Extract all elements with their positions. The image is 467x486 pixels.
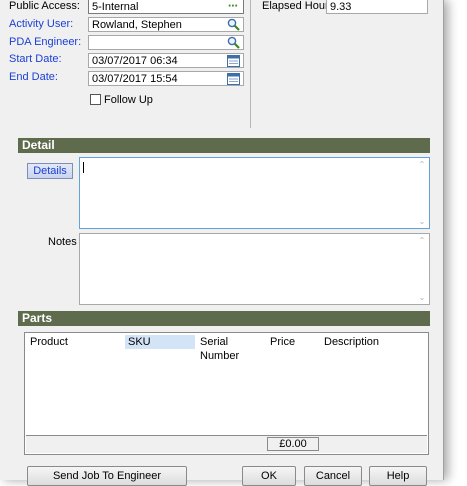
scroll-up-icon[interactable]: ⌃ <box>417 236 427 245</box>
activity-dialog: Public Access: 5-Internal ⋯ Activity Use… <box>0 0 444 486</box>
parts-total: £0.00 <box>267 437 319 451</box>
parts-section-header: Parts <box>18 311 430 326</box>
magnifier-icon[interactable] <box>226 36 240 49</box>
activity-user-field[interactable]: Rowland, Stephen <box>88 17 244 32</box>
details-textarea[interactable]: ⌃ ⌄ <box>79 157 430 229</box>
scroll-down-icon[interactable]: ⌄ <box>417 293 427 302</box>
activity-user-label: Activity User: <box>9 18 74 30</box>
help-button[interactable]: Help <box>369 466 427 486</box>
ok-button[interactable]: OK <box>242 466 296 486</box>
column-header-price[interactable]: Price <box>267 335 319 349</box>
calendar-icon[interactable] <box>226 54 240 67</box>
ellipsis-icon[interactable]: ⋯ <box>226 0 240 13</box>
follow-up-checkbox[interactable] <box>90 94 101 105</box>
end-date-field[interactable]: 03/07/2017 15:54 <box>88 71 244 86</box>
parts-grid[interactable]: Product SKU Serial Number Price Descript… <box>24 332 429 455</box>
form-separator <box>250 0 251 128</box>
scroll-up-icon[interactable]: ⌃ <box>417 160 427 169</box>
column-header-sku[interactable]: SKU <box>125 335 195 349</box>
column-header-product[interactable]: Product <box>27 335 123 349</box>
calendar-icon[interactable] <box>226 72 240 85</box>
send-job-to-engineer-button[interactable]: Send Job To Engineer <box>27 466 187 486</box>
follow-up-label: Follow Up <box>104 94 153 106</box>
detail-section-header: Detail <box>18 138 430 153</box>
column-header-description[interactable]: Description <box>321 335 421 349</box>
public-access-field[interactable]: 5-Internal <box>88 0 244 14</box>
details-button[interactable]: Details <box>27 163 73 179</box>
scroll-down-icon[interactable]: ⌄ <box>417 217 427 226</box>
elapsed-hours-field: 9.33 <box>326 0 428 14</box>
notes-label: Notes <box>48 236 77 248</box>
magnifier-icon[interactable] <box>226 18 240 31</box>
start-date-label: Start Date: <box>9 53 62 65</box>
start-date-field[interactable]: 03/07/2017 06:34 <box>88 53 244 68</box>
cancel-button[interactable]: Cancel <box>304 466 362 486</box>
parts-grid-footer: £0.00 <box>26 435 427 453</box>
text-cursor <box>83 162 84 173</box>
notes-textarea[interactable]: ⌃ ⌄ <box>79 233 430 305</box>
pda-engineer-label: PDA Engineer: <box>9 36 82 48</box>
end-date-label: End Date: <box>9 71 58 83</box>
pda-engineer-field[interactable] <box>88 35 244 50</box>
column-header-serial-number[interactable]: Serial Number <box>197 335 265 362</box>
public-access-label: Public Access: <box>9 0 80 12</box>
